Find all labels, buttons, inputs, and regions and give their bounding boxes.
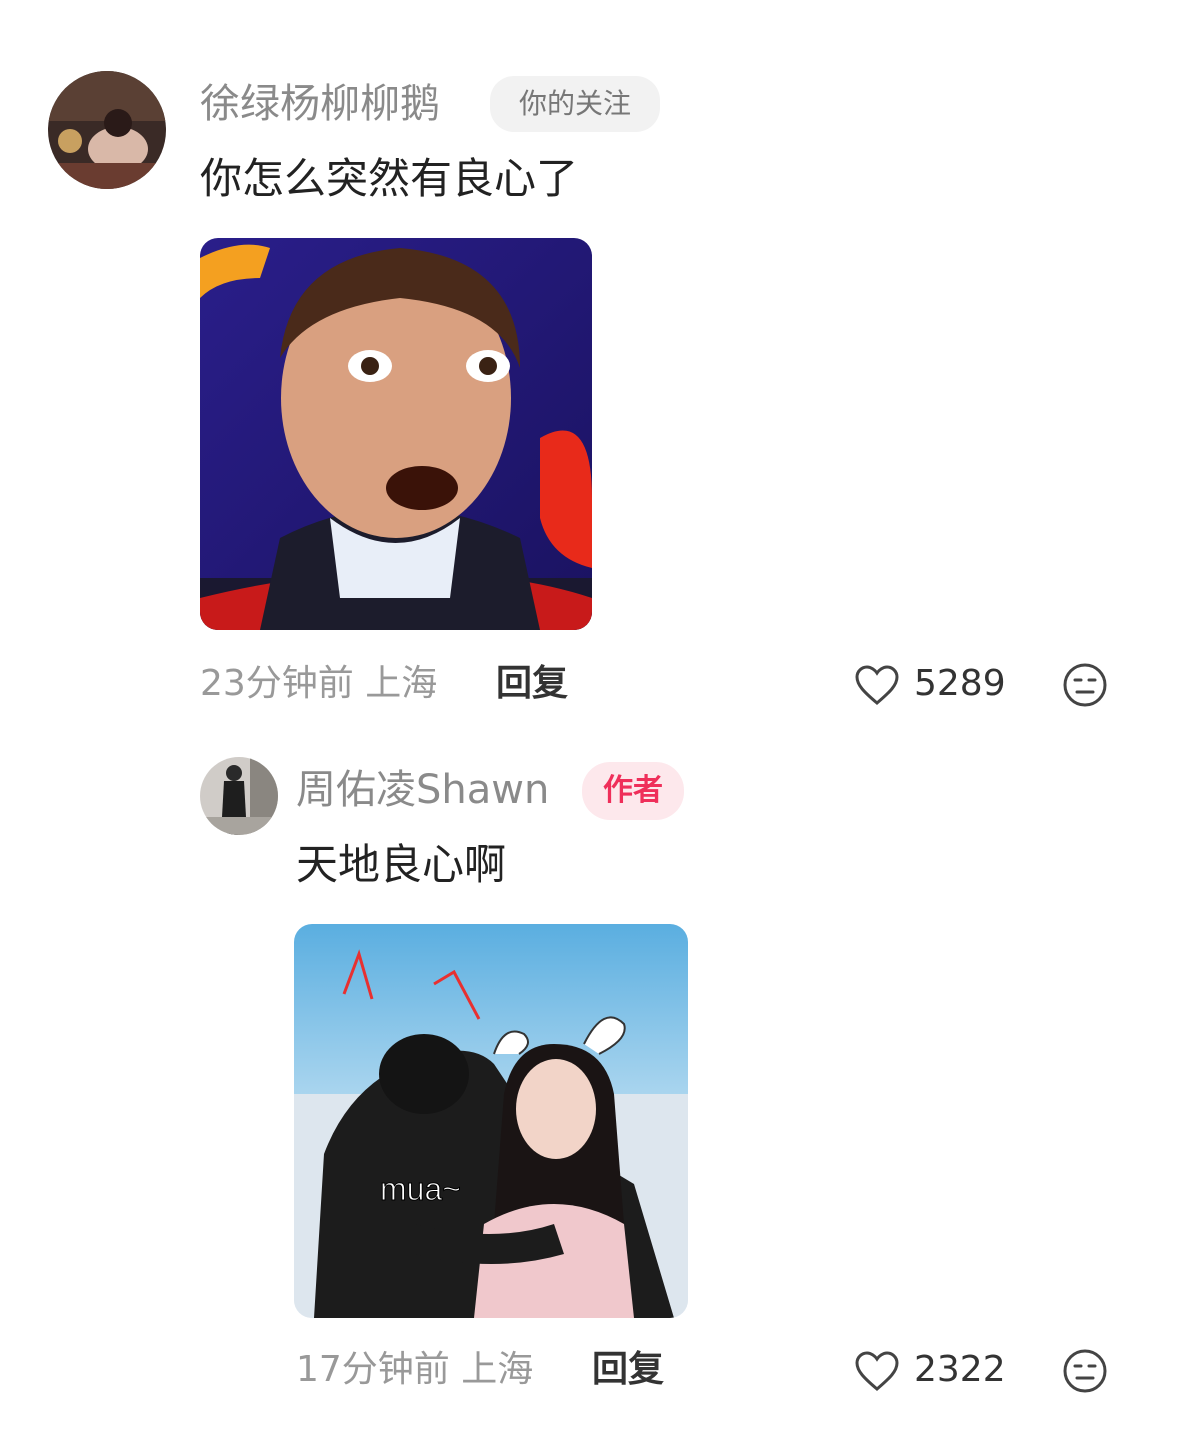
heart-icon — [855, 1351, 899, 1391]
avatar-image — [48, 71, 166, 189]
user-avatar[interactable] — [48, 71, 166, 189]
comment-meta: 23分钟前 上海 — [200, 662, 437, 706]
reply-like-button[interactable]: 2322 — [854, 1348, 1014, 1394]
reply-text: 天地良心啊 — [296, 840, 507, 889]
dislike-button[interactable] — [1062, 662, 1108, 708]
comment-location: 上海 — [365, 663, 438, 704]
meme-image — [200, 238, 592, 630]
reply-user-name[interactable]: 周佑凌Shawn — [296, 766, 549, 814]
reply-reply-button[interactable]: 回复 — [592, 1348, 664, 1392]
user-name[interactable]: 徐绿杨柳柳鹅 — [200, 80, 440, 128]
image-caption: mua~ — [380, 1171, 461, 1207]
heart-icon — [855, 665, 899, 705]
follow-badge: 你的关注 — [490, 76, 660, 132]
comment-time: 23分钟前 — [200, 663, 354, 704]
like-count: 5289 — [914, 663, 1006, 704]
author-badge: 作者 — [582, 762, 684, 820]
like-button[interactable]: 5289 — [854, 662, 1014, 708]
neutral-face-icon — [1063, 1349, 1107, 1393]
reply-image[interactable]: mua~ — [294, 924, 688, 1318]
couple-image: mua~ — [294, 924, 688, 1318]
reply-meta: 17分钟前 上海 — [296, 1348, 533, 1392]
comment-image[interactable] — [200, 238, 592, 630]
reply-location: 上海 — [461, 1349, 534, 1390]
avatar-image — [200, 757, 278, 835]
reply-button[interactable]: 回复 — [496, 662, 568, 706]
reply-like-count: 2322 — [914, 1349, 1006, 1390]
reply-dislike-button[interactable] — [1062, 1348, 1108, 1394]
reply-time: 17分钟前 — [296, 1349, 450, 1390]
neutral-face-icon — [1063, 663, 1107, 707]
comment-text: 你怎么突然有良心了 — [200, 154, 579, 203]
reply-user-avatar[interactable] — [200, 757, 278, 835]
